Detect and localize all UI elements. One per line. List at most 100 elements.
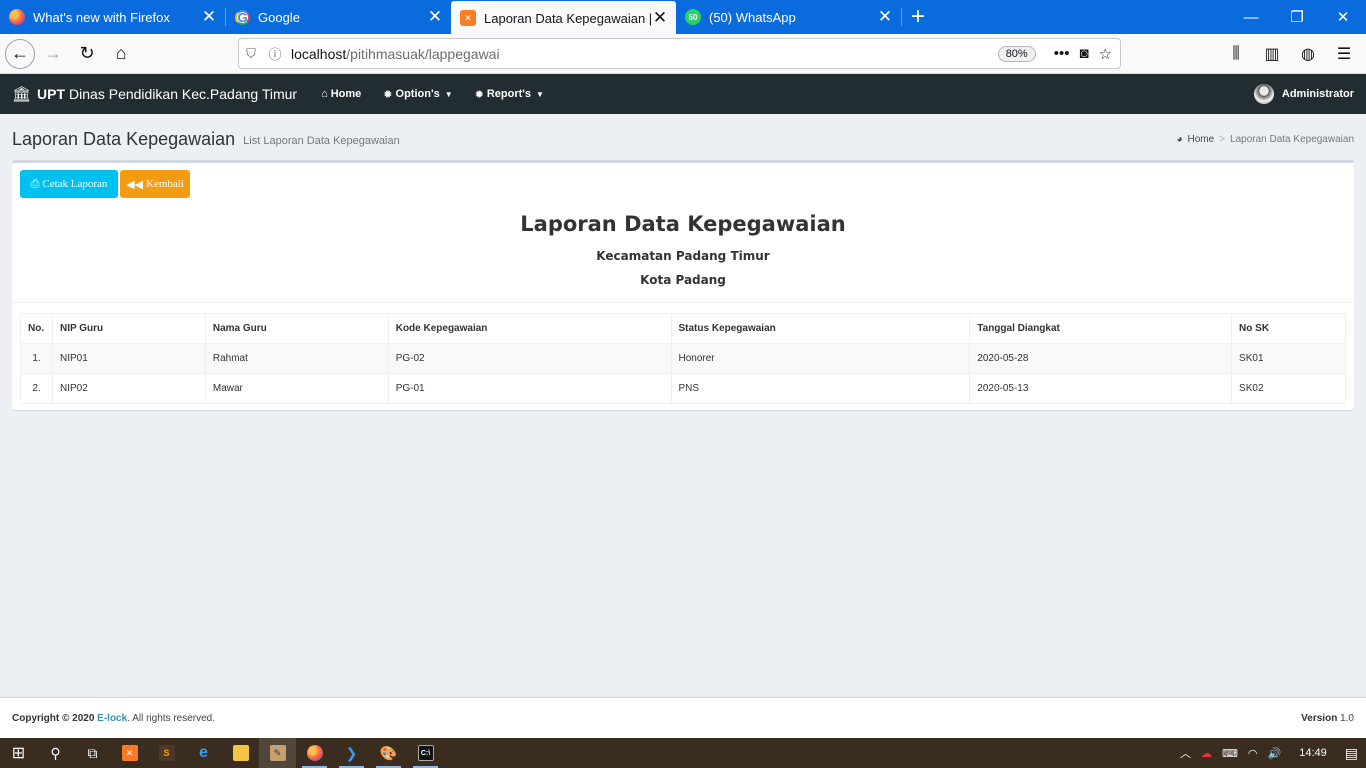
network-error-icon[interactable]: ☁: [1201, 747, 1212, 760]
volume-icon[interactable]: 🔊: [1268, 747, 1282, 760]
column-header: No.: [20, 313, 53, 344]
print-report-button[interactable]: ⎙ Cetak Laporan: [20, 170, 118, 198]
table-cell: Honorer: [670, 343, 971, 374]
address-bar[interactable]: ⛉ ⓘ localhost/pitihmasuak/lappegawai 80%…: [238, 38, 1121, 69]
backward-icon: ◀◀: [126, 178, 144, 191]
search-icon[interactable]: ⚲: [37, 738, 74, 768]
tab-whats-new-firefox[interactable]: What's new with Firefox ✕: [0, 0, 225, 34]
firefox-icon: [9, 9, 25, 25]
sublime-taskbar-icon[interactable]: S: [148, 738, 185, 768]
pocket-icon[interactable]: ◙: [1079, 45, 1088, 63]
zoom-level[interactable]: 80%: [997, 45, 1036, 62]
close-icon[interactable]: ✕: [877, 8, 893, 25]
firefox-taskbar-icon[interactable]: [296, 738, 333, 768]
cmd-taskbar-icon[interactable]: C:\: [407, 738, 444, 768]
close-icon[interactable]: ✕: [652, 9, 668, 26]
caret-down-icon: ▼: [444, 89, 453, 99]
tab-google[interactable]: G Google ✕: [226, 0, 451, 34]
table-cell: PG-02: [387, 343, 672, 374]
app-taskbar-icon[interactable]: ✎: [259, 738, 296, 768]
tab-label: Google: [258, 9, 300, 25]
close-icon[interactable]: ✕: [201, 8, 217, 25]
tab-label: What's new with Firefox: [33, 9, 170, 25]
home-icon: ⌂: [321, 88, 328, 100]
tab-whatsapp[interactable]: 50 (50) WhatsApp ✕: [676, 0, 901, 34]
xampp-taskbar-icon[interactable]: ✕: [111, 738, 148, 768]
system-tray: ︿ ☁ ⌨ ◠ 🔊 14:49 ▤: [1180, 745, 1358, 762]
caret-down-icon: ▼: [536, 89, 544, 99]
sidebar-icon[interactable]: ▥: [1256, 38, 1288, 70]
table-cell: NIP01: [51, 343, 206, 374]
print-report-label: Cetak Laporan: [42, 178, 108, 190]
task-view-icon[interactable]: ⧉: [74, 738, 111, 768]
more-actions-icon[interactable]: •••: [1054, 45, 1070, 63]
shield-icon[interactable]: ⛉: [239, 46, 263, 62]
gear-icon: ✹: [474, 88, 484, 101]
browser-toolbar: ← → ↻ ⌂ ⛉ ⓘ localhost/pitihmasuak/lappeg…: [0, 34, 1366, 74]
windows-taskbar: ⊞ ⚲ ⧉ ✕ S e ✎ ❯ 🎨 C:\ ︿ ☁ ⌨ ◠ 🔊 14:49 ▤: [0, 738, 1366, 768]
user-name: Administrator: [1281, 88, 1354, 100]
chevron-up-icon[interactable]: ︿: [1180, 745, 1191, 761]
close-window-icon[interactable]: ✕: [1320, 0, 1366, 34]
gear-icon: ✹: [383, 88, 393, 101]
reload-icon[interactable]: ↻: [71, 38, 103, 70]
column-header: Kode Kepegawaian: [387, 313, 672, 344]
minimize-icon[interactable]: —: [1228, 0, 1274, 34]
nav-home[interactable]: ⌂ Home: [321, 88, 361, 100]
nav-reports-dropdown[interactable]: ✹ Report's ▼: [475, 88, 544, 101]
nav-options-dropdown[interactable]: ✹ Option's ▼: [383, 88, 452, 101]
windows-start-icon[interactable]: ⊞: [0, 738, 37, 768]
page-footer: Copyright © 2020 E-lock . All rights res…: [0, 697, 1366, 738]
column-header: Status Kepegawaian: [670, 313, 971, 344]
xampp-icon: ✕: [460, 10, 476, 26]
column-header: Nama Guru: [204, 313, 389, 344]
table-cell: 2.: [20, 373, 53, 404]
notification-icon[interactable]: ▤: [1345, 745, 1358, 762]
wifi-icon[interactable]: ◠: [1248, 747, 1258, 760]
home-icon[interactable]: ⌂: [105, 38, 137, 70]
account-icon[interactable]: ◍: [1292, 38, 1324, 70]
back-icon[interactable]: ←: [5, 38, 35, 69]
forward-icon[interactable]: →: [37, 38, 69, 70]
table-row: 1. NIP01 Rahmat PG-02 Honorer 2020-05-28…: [20, 343, 1346, 374]
clock[interactable]: 14:49: [1299, 747, 1327, 759]
report-title: Laporan Data Kepegawaian: [520, 212, 846, 236]
nav-reports-label: Report's: [486, 88, 532, 100]
column-header: Tanggal Diangkat: [969, 313, 1233, 344]
tab-label: Laporan Data Kepegawaian | E-: [484, 10, 652, 26]
column-header: No SK: [1231, 313, 1346, 344]
info-icon[interactable]: ⓘ: [263, 44, 287, 63]
breadcrumb: ◕ Home > Laporan Data Kepegawaian: [1176, 134, 1354, 145]
employee-report-table: No. NIP Guru Nama Guru Kode Kepegawaian …: [20, 313, 1346, 404]
bookmark-star-icon[interactable]: ☆: [1099, 45, 1112, 63]
menu-icon[interactable]: ☰: [1328, 38, 1360, 70]
url-text[interactable]: localhost/pitihmasuak/lappegawai: [291, 46, 998, 62]
user-menu[interactable]: Administrator: [1253, 84, 1354, 104]
page-subtitle: List Laporan Data Kepegawaian: [243, 135, 400, 147]
table-cell: 1.: [20, 343, 53, 374]
version-label: Version: [1301, 712, 1338, 724]
page-title: Laporan Data Kepegawaian: [12, 128, 236, 149]
version-info: Version 1.0: [1301, 713, 1354, 724]
column-header: NIP Guru: [51, 313, 206, 344]
vscode-taskbar-icon[interactable]: ❯: [333, 738, 370, 768]
file-explorer-icon[interactable]: [222, 738, 259, 768]
paint-taskbar-icon[interactable]: 🎨: [370, 738, 407, 768]
library-icon[interactable]: ⫼: [1220, 38, 1252, 70]
table-cell: 2020-05-13: [969, 373, 1233, 404]
divider: [12, 302, 1354, 303]
ime-icon[interactable]: ⌨: [1222, 747, 1238, 760]
restore-icon[interactable]: ❐: [1274, 0, 1320, 34]
breadcrumb-current: Laporan Data Kepegawaian: [1230, 133, 1354, 145]
back-button[interactable]: ◀◀ Kembali: [120, 170, 190, 198]
breadcrumb-home[interactable]: Home: [1187, 134, 1214, 145]
brand-link[interactable]: E-lock: [97, 713, 127, 724]
tab-label: (50) WhatsApp: [709, 9, 796, 25]
breadcrumb-separator: >: [1219, 133, 1226, 145]
tab-laporan-kepegawaian[interactable]: ✕ Laporan Data Kepegawaian | E- ✕: [451, 1, 676, 35]
close-icon[interactable]: ✕: [427, 8, 443, 25]
google-icon: G: [235, 9, 250, 25]
edge-icon[interactable]: e: [185, 738, 222, 768]
app-brand[interactable]: 🏛 UPT Dinas Pendidikan Kec.Padang Timur: [12, 85, 297, 103]
new-tab-button[interactable]: +: [902, 0, 934, 34]
